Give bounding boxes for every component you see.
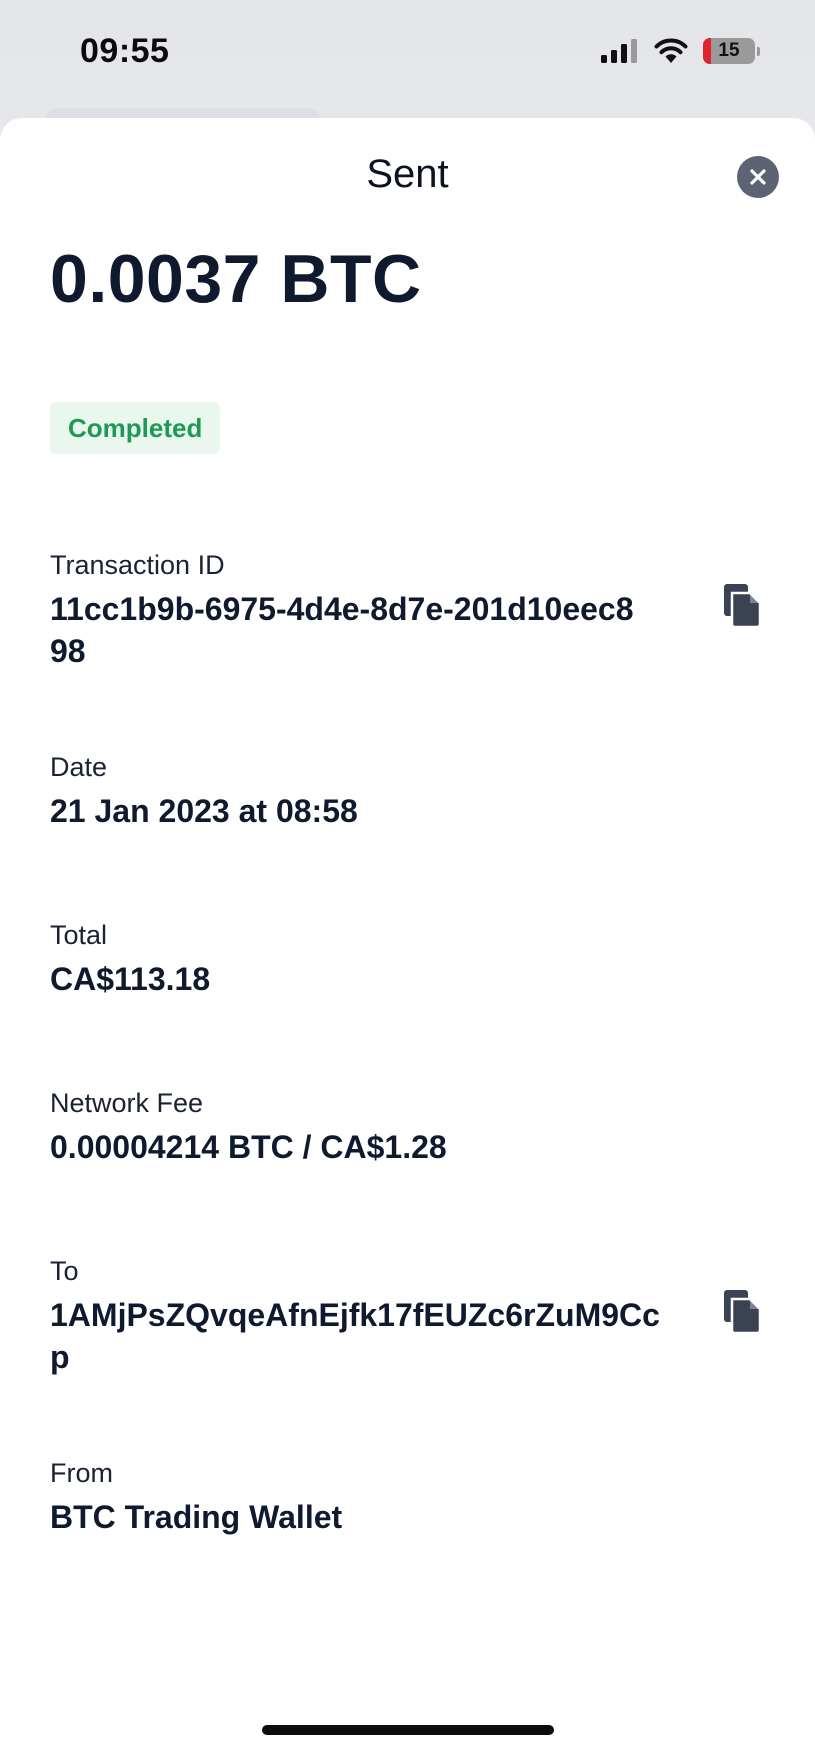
close-icon bbox=[750, 169, 766, 185]
battery-icon: 15 bbox=[703, 38, 755, 64]
transaction-id-label: Transaction ID bbox=[50, 550, 225, 580]
status-badge: Completed bbox=[50, 402, 221, 454]
copy-transaction-id-icon[interactable] bbox=[722, 582, 762, 628]
transaction-amount: 0.0037 BTC bbox=[50, 241, 422, 317]
to-address-value-line1: 1AMjPsZQvqeAfnEjfk17fEUZc6rZuM9Cc bbox=[50, 1297, 660, 1333]
transaction-id-value[interactable]: 11cc1b9b-6975-4d4e-8d7e-201d10eec8 98 bbox=[50, 588, 720, 672]
transaction-id-value-line2: 98 bbox=[50, 633, 86, 669]
to-address-value-line2: p bbox=[50, 1339, 70, 1375]
status-time: 09:55 bbox=[80, 32, 170, 70]
to-address-field: To 1AMjPsZQvqeAfnEjfk17fEUZc6rZuM9Cc p bbox=[50, 1254, 720, 1378]
from-label: From bbox=[50, 1458, 113, 1488]
status-bar: 09:55 15 bbox=[0, 0, 815, 110]
screen: 09:55 15 Sent 0.0037 BTC Completed Trans… bbox=[0, 0, 815, 1755]
sheet-title: Sent bbox=[366, 152, 449, 196]
network-fee-field: Network Fee 0.00004214 BTC / CA$1.28 bbox=[50, 1086, 447, 1168]
from-field: From BTC Trading Wallet bbox=[50, 1456, 342, 1538]
battery-nub bbox=[757, 46, 760, 56]
from-value: BTC Trading Wallet bbox=[50, 1499, 343, 1535]
signal-icon bbox=[601, 39, 637, 63]
total-field: Total CA$113.18 bbox=[50, 918, 210, 1000]
network-fee-value: 0.00004214 BTC / CA$1.28 bbox=[50, 1129, 447, 1165]
date-field: Date 21 Jan 2023 at 08:58 bbox=[50, 750, 358, 832]
date-value: 21 Jan 2023 at 08:58 bbox=[50, 793, 358, 829]
to-label: To bbox=[50, 1256, 79, 1286]
to-address-value[interactable]: 1AMjPsZQvqeAfnEjfk17fEUZc6rZuM9Cc p bbox=[50, 1294, 720, 1378]
home-indicator[interactable] bbox=[262, 1725, 554, 1735]
transaction-id-field: Transaction ID 11cc1b9b-6975-4d4e-8d7e-2… bbox=[50, 548, 720, 672]
status-icons: 15 bbox=[599, 38, 760, 64]
wifi-icon bbox=[654, 38, 688, 63]
transaction-detail-sheet: Sent 0.0037 BTC Completed Transaction ID… bbox=[0, 118, 815, 1755]
battery-percent: 15 bbox=[718, 40, 740, 61]
transaction-id-value-line1: 11cc1b9b-6975-4d4e-8d7e-201d10eec8 bbox=[50, 591, 634, 627]
close-button[interactable] bbox=[737, 156, 779, 198]
total-value: CA$113.18 bbox=[50, 961, 211, 997]
date-label: Date bbox=[50, 752, 108, 782]
total-label: Total bbox=[50, 920, 108, 950]
copy-address-icon[interactable] bbox=[722, 1288, 762, 1334]
network-fee-label: Network Fee bbox=[50, 1088, 204, 1118]
battery-level-fill bbox=[703, 38, 711, 64]
